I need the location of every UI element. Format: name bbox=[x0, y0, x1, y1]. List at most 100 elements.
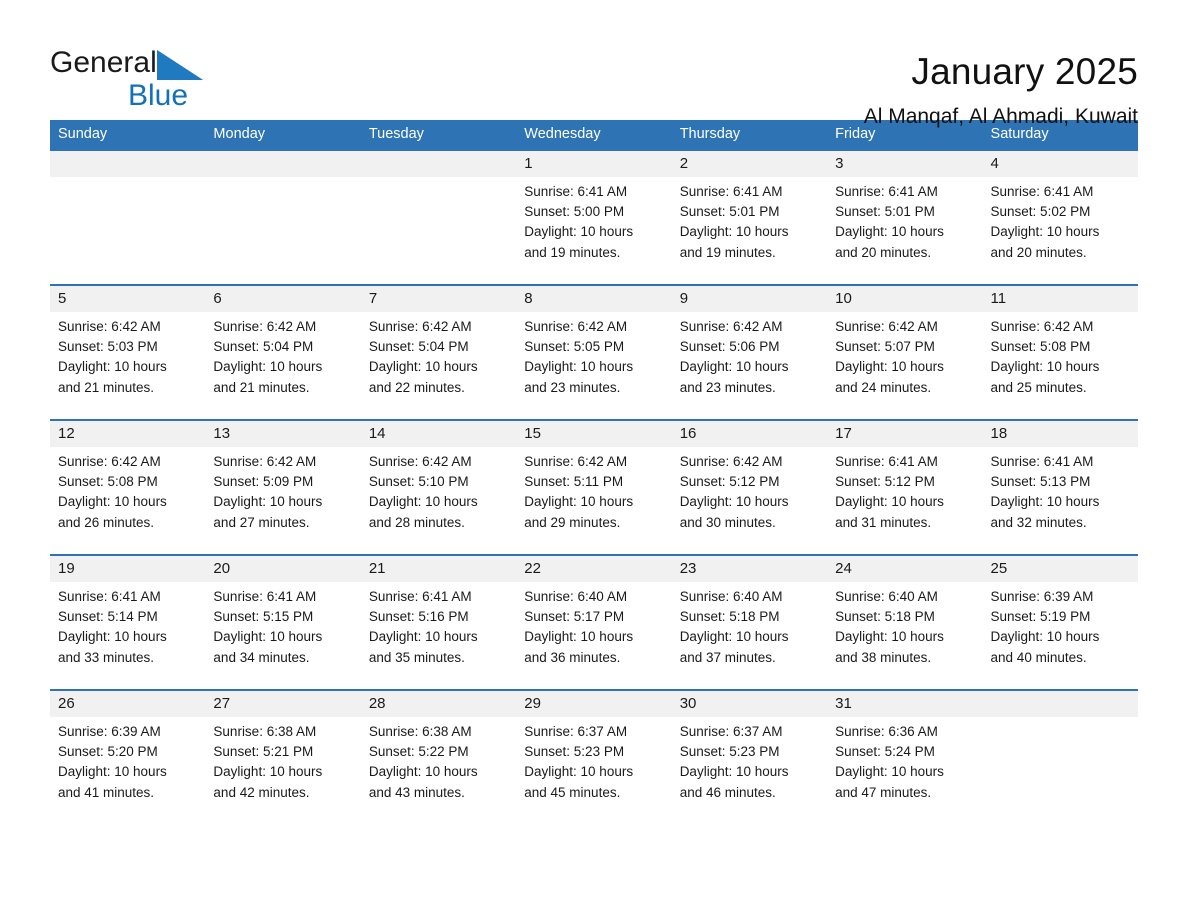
day-cell[interactable]: Sunrise: 6:41 AM Sunset: 5:02 PM Dayligh… bbox=[983, 177, 1138, 284]
sunrise-text: Sunrise: 6:42 AM bbox=[990, 319, 1094, 334]
day-cell[interactable]: Sunrise: 6:37 AM Sunset: 5:23 PM Dayligh… bbox=[672, 717, 827, 824]
daylight-text-line1: Daylight: 10 hours bbox=[990, 629, 1100, 645]
sunrise-text: Sunrise: 6:42 AM bbox=[835, 319, 938, 334]
day-cell[interactable]: Sunrise: 6:42 AM Sunset: 5:06 PM Dayligh… bbox=[672, 312, 827, 419]
sunrise-text: Sunrise: 6:40 AM bbox=[524, 589, 628, 604]
day-number[interactable]: 24 bbox=[827, 556, 982, 582]
day-number[interactable]: 3 bbox=[827, 151, 982, 177]
day-cell[interactable]: Sunrise: 6:42 AM Sunset: 5:12 PM Dayligh… bbox=[672, 447, 827, 554]
day-cell[interactable] bbox=[983, 717, 1138, 824]
daylight-text-line1: Daylight: 10 hours bbox=[679, 224, 789, 240]
day-cell[interactable]: Sunrise: 6:41 AM Sunset: 5:13 PM Dayligh… bbox=[983, 447, 1138, 554]
day-cell[interactable]: Sunrise: 6:42 AM Sunset: 5:09 PM Dayligh… bbox=[205, 447, 360, 554]
day-number[interactable]: 22 bbox=[516, 556, 671, 582]
sunrise-text: Sunrise: 6:41 AM bbox=[524, 184, 628, 199]
day-cell[interactable]: Sunrise: 6:42 AM Sunset: 5:08 PM Dayligh… bbox=[50, 447, 205, 554]
day-number[interactable]: 1 bbox=[516, 151, 671, 177]
day-cell[interactable]: Sunrise: 6:36 AM Sunset: 5:24 PM Dayligh… bbox=[827, 717, 982, 824]
sunrise-text: Sunrise: 6:42 AM bbox=[213, 319, 317, 334]
day-number[interactable]: 31 bbox=[827, 691, 982, 717]
sunrise-text: Sunrise: 6:41 AM bbox=[835, 454, 938, 469]
daylight-text-line2: and 33 minutes. bbox=[58, 649, 155, 665]
day-cell[interactable]: Sunrise: 6:42 AM Sunset: 5:04 PM Dayligh… bbox=[205, 312, 360, 419]
day-number[interactable]: 29 bbox=[516, 691, 671, 717]
day-number[interactable] bbox=[361, 151, 516, 177]
day-number[interactable]: 7 bbox=[361, 286, 516, 312]
daylight-text-line2: and 40 minutes. bbox=[990, 649, 1087, 665]
day-number[interactable]: 15 bbox=[516, 421, 671, 447]
sunrise-text: Sunrise: 6:42 AM bbox=[213, 454, 317, 469]
day-number[interactable]: 16 bbox=[672, 421, 827, 447]
day-cell[interactable] bbox=[205, 177, 360, 284]
day-cell[interactable]: Sunrise: 6:37 AM Sunset: 5:23 PM Dayligh… bbox=[516, 717, 671, 824]
day-number[interactable]: 25 bbox=[983, 556, 1138, 582]
sunrise-text: Sunrise: 6:38 AM bbox=[213, 724, 317, 739]
day-number[interactable]: 27 bbox=[205, 691, 360, 717]
daylight-text-line1: Daylight: 10 hours bbox=[835, 494, 944, 510]
day-number[interactable]: 12 bbox=[50, 421, 205, 447]
day-cell[interactable]: Sunrise: 6:40 AM Sunset: 5:18 PM Dayligh… bbox=[827, 582, 982, 689]
day-cell[interactable]: Sunrise: 6:42 AM Sunset: 5:03 PM Dayligh… bbox=[50, 312, 205, 419]
day-number[interactable]: 9 bbox=[672, 286, 827, 312]
day-cell[interactable]: Sunrise: 6:41 AM Sunset: 5:01 PM Dayligh… bbox=[827, 177, 982, 284]
day-number[interactable] bbox=[50, 151, 205, 177]
day-cell[interactable]: Sunrise: 6:40 AM Sunset: 5:18 PM Dayligh… bbox=[672, 582, 827, 689]
day-number[interactable]: 13 bbox=[205, 421, 360, 447]
day-cell[interactable]: Sunrise: 6:42 AM Sunset: 5:05 PM Dayligh… bbox=[516, 312, 671, 419]
day-cell[interactable]: Sunrise: 6:41 AM Sunset: 5:12 PM Dayligh… bbox=[827, 447, 982, 554]
calendar-week-row: 12 13 14 15 16 17 18 Sunrise: 6:42 AM Su… bbox=[50, 419, 1138, 554]
day-number[interactable]: 17 bbox=[827, 421, 982, 447]
day-number[interactable]: 28 bbox=[361, 691, 516, 717]
daylight-text-line1: Daylight: 10 hours bbox=[524, 359, 634, 375]
sunset-text: Sunset: 5:05 PM bbox=[524, 339, 625, 355]
day-cell[interactable]: Sunrise: 6:41 AM Sunset: 5:01 PM Dayligh… bbox=[672, 177, 827, 284]
day-number[interactable]: 21 bbox=[361, 556, 516, 582]
calendar-week-row: 26 27 28 29 30 31 Sunrise: 6:39 AM Sunse… bbox=[50, 689, 1138, 824]
day-number[interactable]: 2 bbox=[672, 151, 827, 177]
day-cell[interactable]: Sunrise: 6:41 AM Sunset: 5:16 PM Dayligh… bbox=[361, 582, 516, 689]
sunset-text: Sunset: 5:04 PM bbox=[368, 339, 469, 355]
day-number[interactable] bbox=[983, 691, 1138, 717]
day-number[interactable] bbox=[205, 151, 360, 177]
day-cell[interactable]: Sunrise: 6:39 AM Sunset: 5:19 PM Dayligh… bbox=[983, 582, 1138, 689]
day-number[interactable]: 6 bbox=[205, 286, 360, 312]
day-number[interactable]: 19 bbox=[50, 556, 205, 582]
daylight-text-line1: Daylight: 10 hours bbox=[679, 359, 789, 375]
sunset-text: Sunset: 5:06 PM bbox=[679, 339, 780, 355]
day-number[interactable]: 30 bbox=[672, 691, 827, 717]
sunrise-text: Sunrise: 6:41 AM bbox=[368, 589, 472, 604]
day-cell[interactable]: Sunrise: 6:42 AM Sunset: 5:07 PM Dayligh… bbox=[827, 312, 982, 419]
day-number[interactable]: 23 bbox=[672, 556, 827, 582]
day-cell[interactable] bbox=[361, 177, 516, 284]
day-number[interactable]: 10 bbox=[827, 286, 982, 312]
day-number[interactable]: 11 bbox=[983, 286, 1138, 312]
daylight-text-line2: and 32 minutes. bbox=[990, 514, 1087, 530]
day-cell[interactable]: Sunrise: 6:41 AM Sunset: 5:15 PM Dayligh… bbox=[205, 582, 360, 689]
day-number[interactable]: 4 bbox=[983, 151, 1138, 177]
sunrise-text: Sunrise: 6:42 AM bbox=[524, 454, 628, 469]
sunset-text: Sunset: 5:03 PM bbox=[58, 339, 158, 355]
day-cell[interactable] bbox=[50, 177, 205, 284]
day-cell[interactable]: Sunrise: 6:41 AM Sunset: 5:00 PM Dayligh… bbox=[516, 177, 671, 284]
day-cell[interactable]: Sunrise: 6:42 AM Sunset: 5:11 PM Dayligh… bbox=[516, 447, 671, 554]
calendar-week-row: 5 6 7 8 9 10 11 Sunrise: 6:42 AM Sunset:… bbox=[50, 284, 1138, 419]
day-cell[interactable]: Sunrise: 6:42 AM Sunset: 5:08 PM Dayligh… bbox=[983, 312, 1138, 419]
day-number[interactable]: 8 bbox=[516, 286, 671, 312]
daylight-text-line2: and 36 minutes. bbox=[524, 649, 621, 665]
day-cell[interactable]: Sunrise: 6:38 AM Sunset: 5:21 PM Dayligh… bbox=[205, 717, 360, 824]
day-number[interactable]: 18 bbox=[983, 421, 1138, 447]
day-number[interactable]: 26 bbox=[50, 691, 205, 717]
day-cell[interactable]: Sunrise: 6:38 AM Sunset: 5:22 PM Dayligh… bbox=[361, 717, 516, 824]
day-number[interactable]: 20 bbox=[205, 556, 360, 582]
day-cell[interactable]: Sunrise: 6:39 AM Sunset: 5:20 PM Dayligh… bbox=[50, 717, 205, 824]
day-cell[interactable]: Sunrise: 6:42 AM Sunset: 5:04 PM Dayligh… bbox=[361, 312, 516, 419]
day-number[interactable]: 14 bbox=[361, 421, 516, 447]
sunset-text: Sunset: 5:08 PM bbox=[58, 474, 158, 490]
day-cell[interactable]: Sunrise: 6:41 AM Sunset: 5:14 PM Dayligh… bbox=[50, 582, 205, 689]
daylight-text-line2: and 23 minutes. bbox=[524, 379, 621, 395]
day-cell[interactable]: Sunrise: 6:40 AM Sunset: 5:17 PM Dayligh… bbox=[516, 582, 671, 689]
day-number[interactable]: 5 bbox=[50, 286, 205, 312]
day-cell[interactable]: Sunrise: 6:42 AM Sunset: 5:10 PM Dayligh… bbox=[361, 447, 516, 554]
weekday-sunday: Sunday bbox=[58, 126, 108, 142]
daylight-text-line2: and 26 minutes. bbox=[58, 514, 155, 530]
